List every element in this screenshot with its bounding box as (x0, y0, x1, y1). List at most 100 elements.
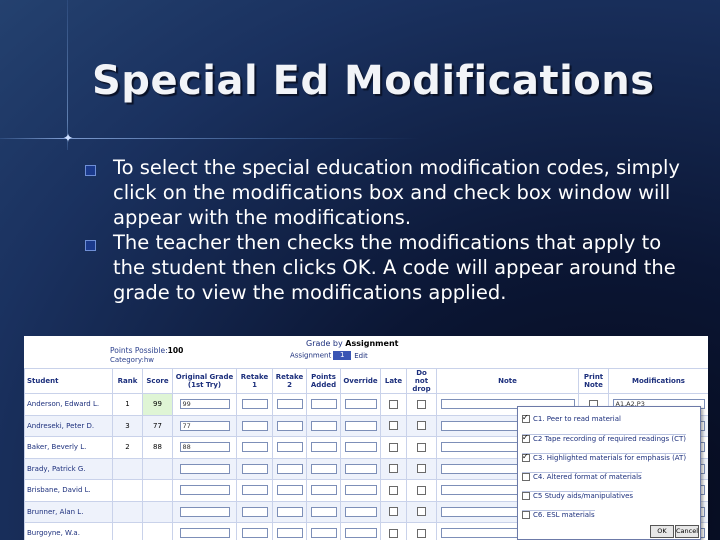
modification-option[interactable]: C5 Study aids/manipulatives (522, 491, 634, 504)
grade-by: Grade by Assignment (306, 339, 398, 348)
retake-1-input[interactable] (241, 506, 268, 517)
do-not-drop-checkbox[interactable] (417, 442, 426, 452)
retake-2-input[interactable] (276, 399, 303, 410)
col-header[interactable]: Do not drop (406, 368, 437, 394)
override-input[interactable] (344, 399, 377, 410)
retake-2-input[interactable] (276, 420, 303, 431)
original-grade-input[interactable] (179, 463, 230, 474)
original-grade-input[interactable]: 88 (179, 442, 230, 453)
assignment-dropdown[interactable]: 1 (333, 351, 352, 360)
modification-label: C5 Study aids/manipulatives (533, 492, 634, 500)
col-header[interactable]: Student (24, 368, 113, 394)
modification-checkbox[interactable] (522, 413, 530, 423)
modification-checkbox[interactable] (522, 473, 530, 481)
override-input[interactable] (344, 463, 377, 474)
points-added-input[interactable] (310, 399, 337, 410)
rank-cell (112, 457, 143, 480)
modification-checkbox[interactable] (522, 433, 530, 443)
override-input[interactable] (344, 442, 377, 453)
modification-option[interactable]: C6. ESL materials (522, 510, 595, 523)
points-added-input[interactable] (310, 442, 337, 453)
square-bullet-icon (85, 165, 96, 176)
do-not-drop-checkbox[interactable] (417, 507, 426, 517)
col-header[interactable]: Late (380, 368, 407, 394)
bullet-text: The teacher then checks the modification… (113, 231, 676, 304)
do-not-drop-checkbox[interactable] (417, 421, 426, 431)
points-added-input[interactable] (310, 485, 337, 496)
late-checkbox[interactable] (389, 442, 398, 452)
modification-option[interactable]: C3. Highlighted materials for emphasis (… (522, 452, 687, 466)
modification-label: C3. Highlighted materials for emphasis (… (533, 454, 687, 462)
modification-checkbox[interactable] (522, 452, 530, 462)
points-added-input[interactable] (310, 463, 337, 474)
cancel-button[interactable]: Cancel (675, 525, 699, 538)
retake-1-input[interactable] (241, 420, 268, 431)
student-name[interactable]: Anderson, Edward L. (24, 393, 113, 416)
late-checkbox[interactable] (389, 485, 398, 495)
override-input[interactable] (344, 506, 377, 517)
retake-2-input[interactable] (276, 485, 303, 496)
late-checkbox[interactable] (389, 399, 398, 409)
table-header-row: Student Rank Score Original Grade (1st T… (24, 368, 708, 394)
modification-checkbox[interactable] (522, 492, 530, 500)
retake-1-input[interactable] (241, 399, 268, 410)
override-input[interactable] (344, 485, 377, 496)
original-grade-input[interactable] (179, 485, 230, 496)
col-header[interactable]: Override (340, 368, 381, 394)
student-name[interactable]: Burgoyne, W.a. (24, 522, 113, 540)
edit-link[interactable]: Edit (354, 352, 368, 360)
override-input[interactable] (344, 528, 377, 539)
do-not-drop-checkbox[interactable] (417, 485, 426, 495)
original-grade-input[interactable] (179, 528, 230, 539)
do-not-drop-checkbox[interactable] (417, 528, 426, 538)
modification-option[interactable]: C4. Altered format of materials (522, 472, 642, 485)
modification-option[interactable]: C2 Tape recording of required readings (… (522, 433, 686, 447)
col-header[interactable]: Note (436, 368, 579, 394)
late-checkbox[interactable] (389, 421, 398, 431)
student-name[interactable]: Brisbane, David L. (24, 479, 113, 502)
retake-2-input[interactable] (276, 506, 303, 517)
points-added-input[interactable] (310, 528, 337, 539)
rank-cell (112, 500, 143, 523)
retake-1-input[interactable] (241, 442, 268, 453)
col-header[interactable]: Print Note (578, 368, 609, 394)
col-header[interactable]: Score (142, 368, 173, 394)
ok-button[interactable]: OK (650, 525, 674, 538)
points-added-input[interactable] (310, 420, 337, 431)
rank-cell: 2 (112, 436, 143, 459)
student-name[interactable]: Brady, Patrick G. (24, 457, 113, 480)
override-input[interactable] (344, 420, 377, 431)
rank-cell: 1 (112, 393, 143, 416)
score-cell: 99 (142, 393, 173, 416)
modification-option[interactable]: C1. Peer to read material (522, 413, 621, 427)
bullet-text: To select the special education modifica… (113, 156, 680, 229)
grade-by-value[interactable]: Assignment (345, 339, 398, 348)
student-name[interactable]: Baker, Beverly L. (24, 436, 113, 459)
original-grade-input[interactable]: 99 (179, 399, 230, 410)
retake-1-input[interactable] (241, 463, 268, 474)
gradebook-header: Points Possible:100 Category:hw Grade by… (24, 336, 708, 368)
assignment-selector: Assignment 1 Edit (290, 351, 368, 360)
late-checkbox[interactable] (389, 507, 398, 517)
late-checkbox[interactable] (389, 464, 398, 474)
do-not-drop-checkbox[interactable] (417, 399, 426, 409)
do-not-drop-checkbox[interactable] (417, 464, 426, 474)
retake-1-input[interactable] (241, 485, 268, 496)
student-name[interactable]: Brunner, Alan L. (24, 500, 113, 523)
retake-2-input[interactable] (276, 442, 303, 453)
col-header[interactable]: Rank (112, 368, 143, 394)
col-header[interactable]: Modifications (608, 368, 708, 394)
retake-2-input[interactable] (276, 463, 303, 474)
points-added-input[interactable] (310, 506, 337, 517)
original-grade-input[interactable] (179, 506, 230, 517)
col-header[interactable]: Points Added (306, 368, 341, 394)
student-name[interactable]: Andreseki, Peter D. (24, 414, 113, 437)
col-header[interactable]: Retake 1 (236, 368, 273, 394)
late-checkbox[interactable] (389, 528, 398, 538)
col-header[interactable]: Original Grade (1st Try) (172, 368, 237, 394)
modification-checkbox[interactable] (522, 511, 530, 519)
original-grade-input[interactable]: 77 (179, 420, 230, 431)
retake-2-input[interactable] (276, 528, 303, 539)
col-header[interactable]: Retake 2 (272, 368, 307, 394)
retake-1-input[interactable] (241, 528, 268, 539)
